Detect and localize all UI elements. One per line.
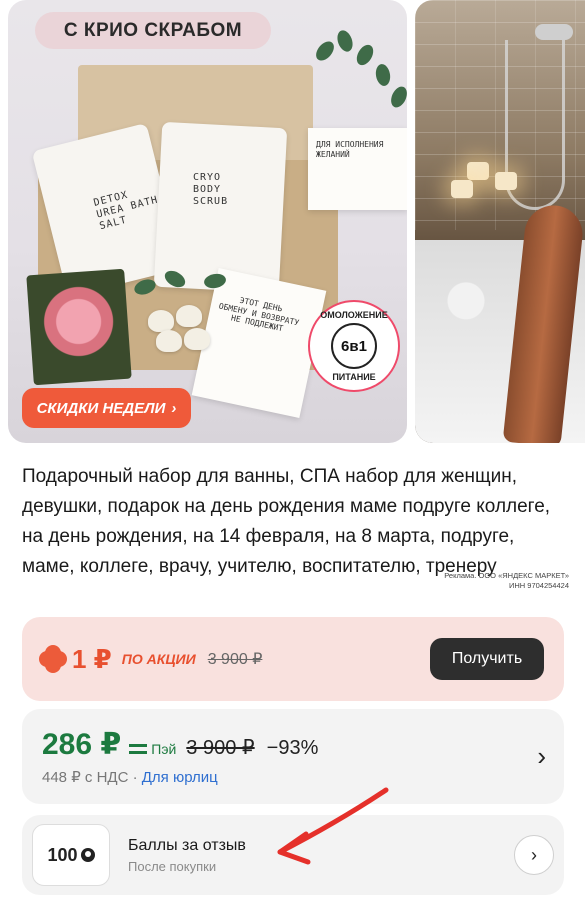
candle [467, 162, 489, 180]
get-offer-button[interactable]: Получить [430, 638, 544, 680]
pay-badge: Пэй [129, 741, 176, 757]
pay-label: Пэй [151, 741, 177, 757]
chevron-right-button[interactable]: › [514, 835, 554, 875]
promo-flower-icon [42, 648, 64, 670]
ad-disclaimer-line: Реклама. ООО «ЯНДЕКС МАРКЕТ» [444, 571, 569, 580]
candle [451, 180, 473, 198]
promo-old-price: 3 900 ₽ [207, 651, 263, 668]
discount-percent: −93% [266, 737, 319, 759]
eucalyptus-leaf [388, 84, 407, 110]
eucalyptus-leaf [334, 28, 356, 54]
six-in-one-seal: ОМОЛОЖЕНИЕ 6в1 ПИТАНИЕ [308, 300, 400, 392]
ad-disclaimer-inn: ИНН 9704254424 [508, 581, 569, 590]
promo-offer-card[interactable]: 1 ₽ ПО АКЦИИ 3 900 ₽ Получить [22, 617, 564, 701]
promo-tag: ПО АКЦИИ [121, 651, 196, 667]
product-photo-main[interactable]: DETOX UREA BATH SALT CRYO BODY SCRUB ДЛЯ… [8, 0, 407, 443]
candle [495, 172, 517, 190]
ad-disclaimer: Реклама. ООО «ЯНДЕКС МАРКЕТ» ИНН 9704254… [444, 571, 569, 591]
promo-chip: С КРИО СКРАБОМ [35, 12, 271, 49]
rose-photo-card [26, 268, 132, 386]
eucalyptus-leaf [312, 38, 338, 64]
shower-head [535, 24, 573, 40]
points-value: 100 [47, 844, 78, 865]
promo-price: 1 ₽ [72, 643, 112, 674]
pay-icon [129, 744, 148, 754]
red-arrow-annotation [277, 787, 389, 865]
old-price: 3 900 ₽ [186, 737, 255, 759]
current-price: 286 ₽ [42, 728, 122, 761]
soap-heart [148, 310, 174, 332]
separator-dot: · [132, 769, 138, 786]
product-photo-secondary[interactable] [415, 0, 585, 443]
chevron-right-icon: › [171, 399, 177, 417]
weekly-sale-label: СКИДКИ НЕДЕЛИ [36, 399, 166, 417]
wishes-card-label: ДЛЯ ИСПОЛНЕНИЯ ЖЕЛАНИЙ [316, 140, 384, 159]
legal-entities-link[interactable]: Для юрлиц [142, 769, 218, 786]
soap-heart [184, 328, 210, 350]
product-gallery[interactable]: DETOX UREA BATH SALT CRYO BODY SCRUB ДЛЯ… [0, 0, 585, 445]
points-badge: 100 [32, 824, 110, 886]
seal-center-label: 6в1 [331, 323, 377, 369]
eucalyptus-leaf [353, 41, 377, 69]
soap-heart [176, 305, 202, 327]
review-points-subtitle: После покупки [128, 858, 217, 874]
vat-price: 448 ₽ с НДС [42, 769, 129, 786]
seal-bottom-label: ПИТАНИЕ [332, 372, 376, 382]
body-scrub-label: CRYO BODY SCRUB [193, 172, 229, 207]
review-points-title: Баллы за отзыв [128, 836, 246, 854]
seal-top-label: ОМОЛОЖЕНИЕ [320, 310, 388, 320]
chevron-right-icon[interactable]: › [537, 741, 546, 772]
product-title: Подарочный набор для ванны, СПА набор дл… [22, 466, 551, 577]
points-coin-icon [80, 848, 95, 862]
eucalyptus-leaf [374, 62, 392, 88]
weekly-sale-badge[interactable]: СКИДКИ НЕДЕЛИ › [22, 388, 191, 428]
soap-heart [156, 330, 182, 352]
